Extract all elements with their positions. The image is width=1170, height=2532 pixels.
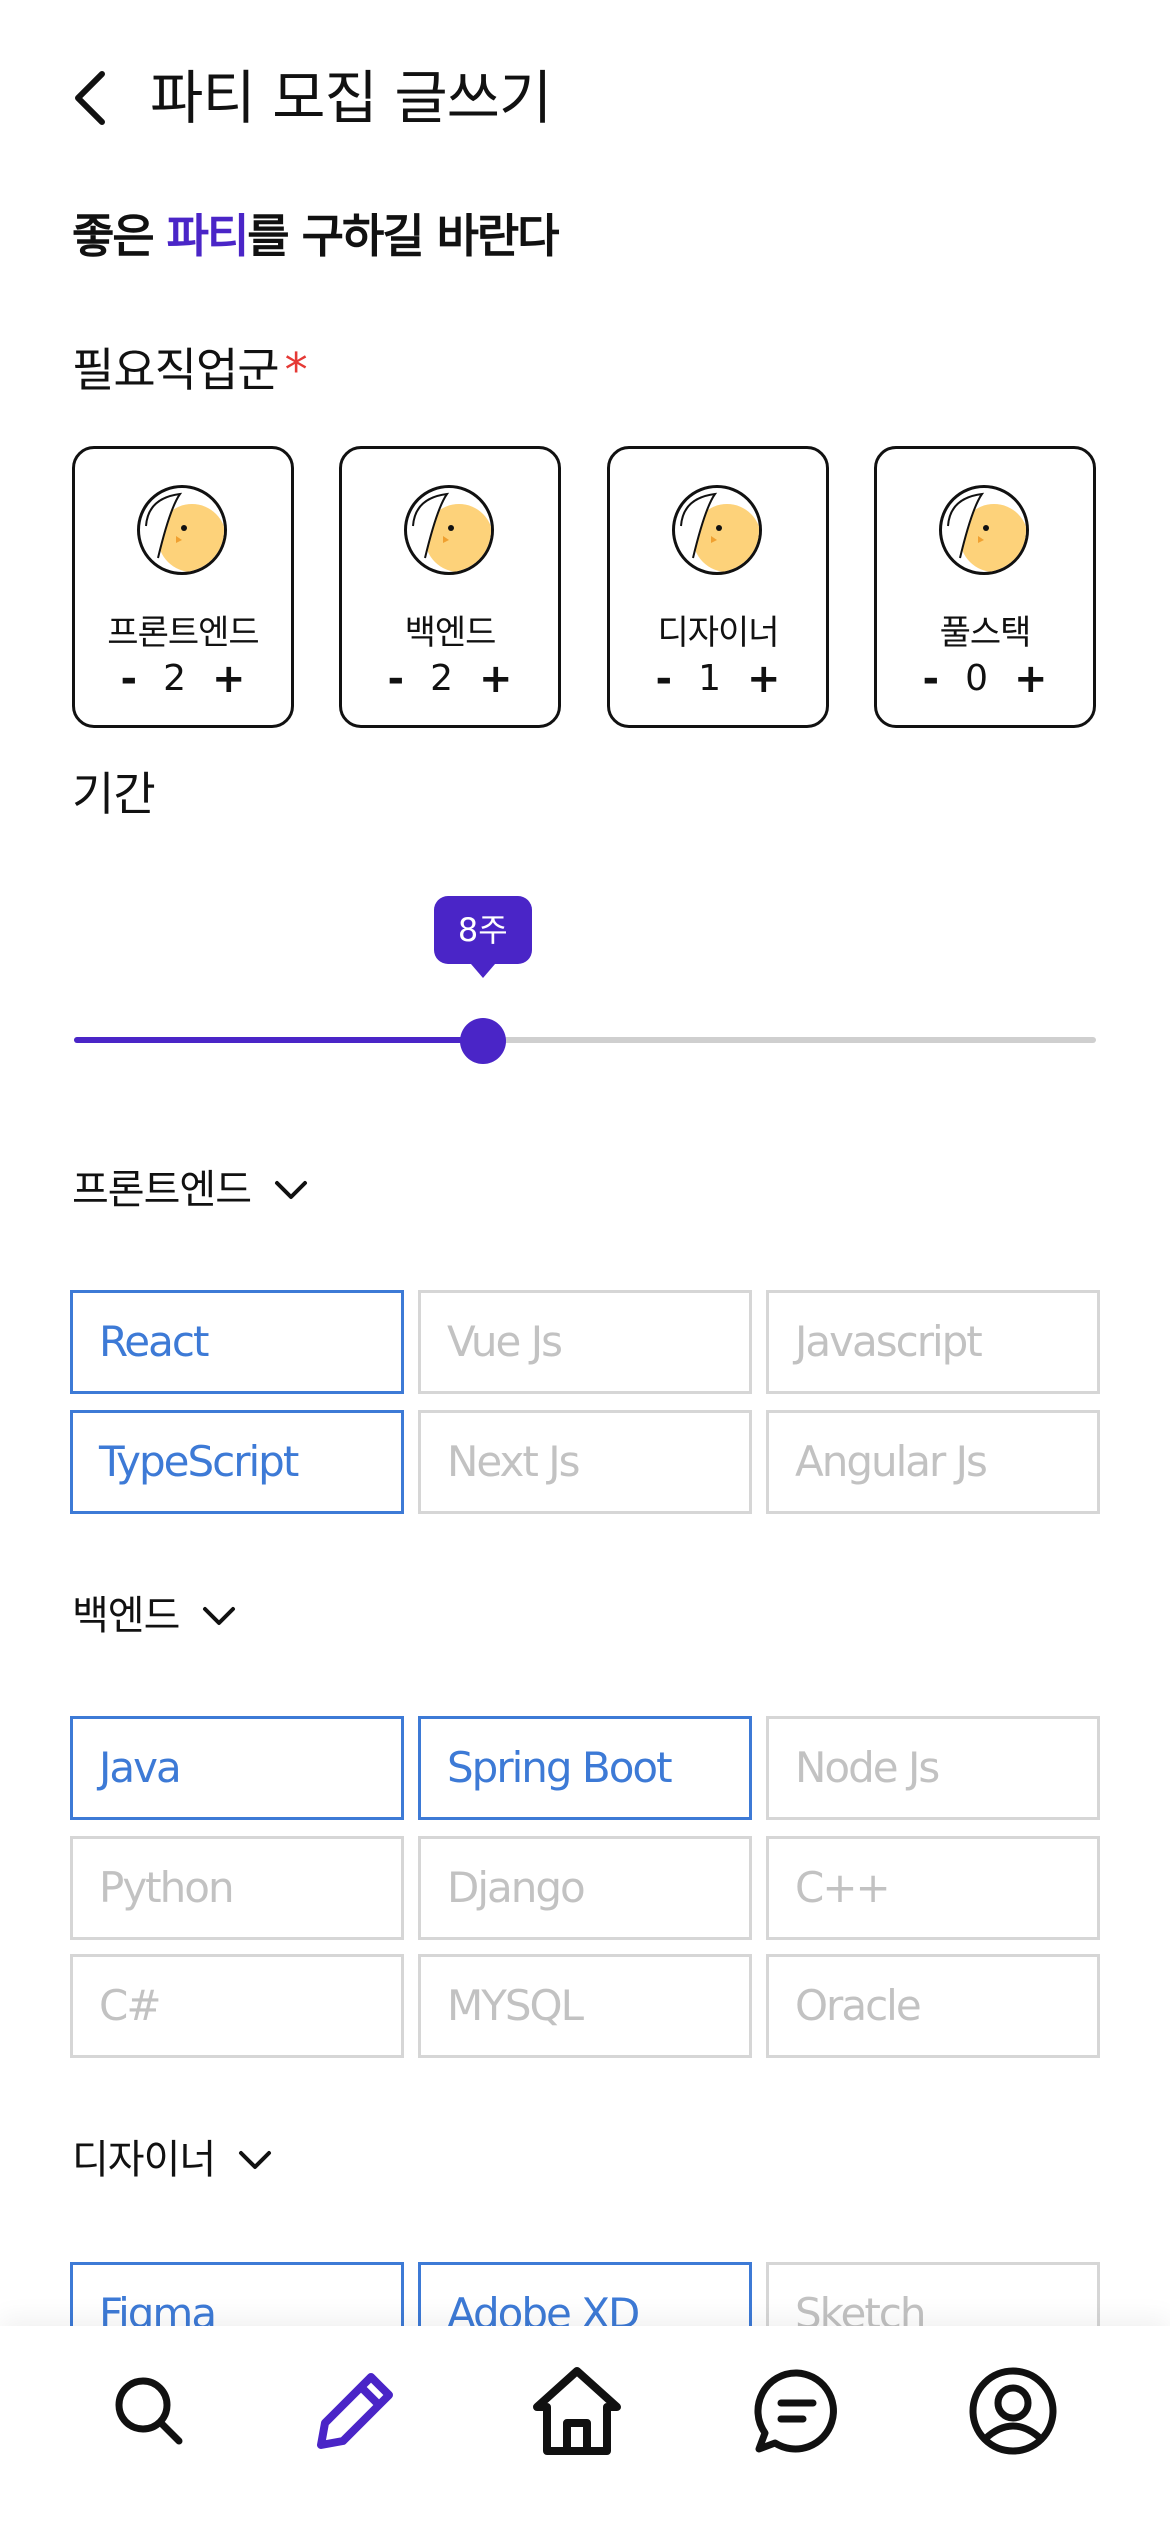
app-root: 파티 모집 글쓰기 좋은 파티를 구하길 바란다 필요직업군 * 프론트엔드 - …: [0, 0, 1170, 2532]
increment-button[interactable]: +: [212, 657, 246, 701]
chick-avatar-icon: [404, 485, 494, 575]
nav-search[interactable]: [94, 2356, 204, 2466]
decrement-button[interactable]: -: [655, 657, 672, 701]
role-card-backend[interactable]: 백엔드 - 2 +: [339, 446, 561, 728]
period-label: 기간: [72, 767, 156, 821]
skill-chip[interactable]: React: [70, 1290, 404, 1394]
nav-chat[interactable]: [742, 2356, 852, 2466]
period-slider-fill: [74, 1037, 483, 1043]
role-name: 백엔드: [404, 613, 497, 653]
nav-home[interactable]: [522, 2356, 632, 2466]
skill-chip[interactable]: TypeScript: [70, 1410, 404, 1514]
category-label: 백엔드: [72, 1593, 180, 1639]
headline-accent: 파티: [166, 209, 250, 263]
nav-write[interactable]: [300, 2356, 410, 2466]
role-count: 1: [698, 658, 721, 699]
chevron-down-icon: [275, 1181, 307, 1199]
role-counter: - 1 +: [610, 657, 826, 701]
profile-icon: [969, 2367, 1057, 2455]
role-name: 프론트엔드: [107, 613, 259, 653]
page-title: 파티 모집 글쓰기: [150, 64, 552, 132]
pencil-icon: [317, 2373, 393, 2449]
role-card-frontend[interactable]: 프론트엔드 - 2 +: [72, 446, 294, 728]
decrement-button[interactable]: -: [120, 657, 137, 701]
skill-chip[interactable]: MYSQL: [418, 1954, 752, 2058]
category-label: 디자이너: [72, 2137, 216, 2183]
chevron-left-icon: [75, 71, 105, 125]
role-card-designer[interactable]: 디자이너 - 1 +: [607, 446, 829, 728]
increment-button[interactable]: +: [479, 657, 513, 701]
role-counter: - 2 +: [75, 657, 291, 701]
role-count: 2: [163, 658, 186, 699]
skill-chip[interactable]: Vue Js: [418, 1290, 752, 1394]
role-counter: - 2 +: [342, 657, 558, 701]
designer-category-toggle[interactable]: 디자이너: [72, 2132, 275, 2188]
chick-avatar-icon: [672, 485, 762, 575]
frontend-category-toggle[interactable]: 프론트엔드: [72, 1162, 311, 1218]
increment-button[interactable]: +: [747, 657, 781, 701]
role-count: 0: [965, 658, 988, 699]
bottom-nav: [0, 2326, 1170, 2532]
roles-label: 필요직업군 *: [72, 343, 308, 397]
skill-chip[interactable]: Javascript: [766, 1290, 1100, 1394]
skill-chip[interactable]: Node Js: [766, 1716, 1100, 1820]
period-slider-track[interactable]: [74, 1037, 1096, 1043]
chick-avatar-icon: [137, 485, 227, 575]
skill-chip[interactable]: Spring Boot: [418, 1716, 752, 1820]
chevron-down-icon: [203, 1607, 236, 1625]
skill-chip[interactable]: C++: [766, 1836, 1100, 1940]
chevron-down-icon: [239, 2151, 272, 2169]
category-label: 프론트엔드: [72, 1167, 252, 1213]
back-button[interactable]: [60, 62, 120, 134]
role-count: 2: [430, 658, 453, 699]
skill-chip[interactable]: Django: [418, 1836, 752, 1940]
headline: 좋은 파티를 구하길 바란다: [72, 209, 560, 263]
nav-profile[interactable]: [958, 2356, 1068, 2466]
role-name: 디자이너: [657, 613, 779, 653]
backend-category-toggle[interactable]: 백엔드: [72, 1588, 239, 1644]
required-mark: *: [284, 343, 308, 397]
header: 파티 모집 글쓰기: [0, 0, 1170, 200]
skill-chip[interactable]: Next Js: [418, 1410, 752, 1514]
increment-button[interactable]: +: [1014, 657, 1048, 701]
skill-chip[interactable]: Angular Js: [766, 1410, 1100, 1514]
skill-chip[interactable]: C#: [70, 1954, 404, 2058]
skill-chip[interactable]: Java: [70, 1716, 404, 1820]
decrement-button[interactable]: -: [387, 657, 404, 701]
role-card-fullstack[interactable]: 풀스택 - 0 +: [874, 446, 1096, 728]
skill-chip[interactable]: Oracle: [766, 1954, 1100, 2058]
skill-chip[interactable]: Python: [70, 1836, 404, 1940]
role-name: 풀스택: [939, 613, 1032, 653]
decrement-button[interactable]: -: [922, 657, 939, 701]
chat-icon: [754, 2369, 837, 2453]
home-icon: [533, 2367, 621, 2455]
chick-avatar-icon: [939, 485, 1029, 575]
search-icon: [115, 2377, 183, 2445]
period-value-tooltip: 8주: [433, 896, 532, 978]
role-counter: - 0 +: [877, 657, 1093, 701]
period-slider-thumb[interactable]: [459, 1018, 506, 1064]
